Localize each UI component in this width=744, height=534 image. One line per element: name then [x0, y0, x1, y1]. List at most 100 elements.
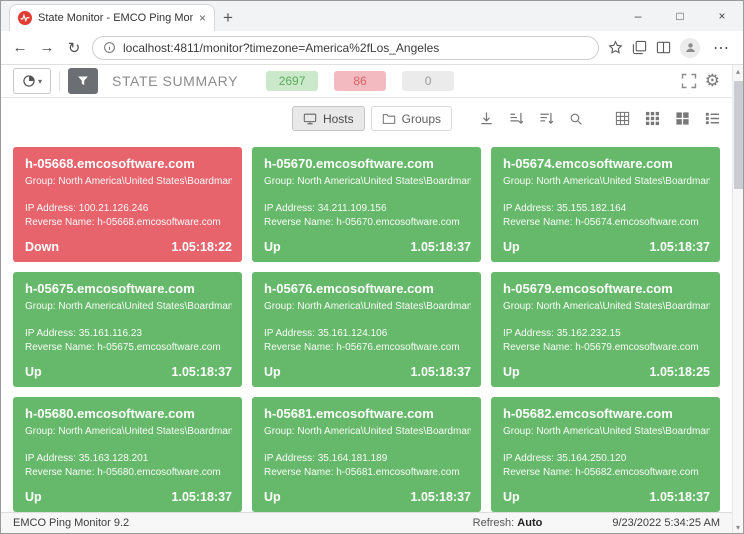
back-icon[interactable]: ←: [11, 39, 29, 56]
favorites-icon[interactable]: [608, 40, 623, 55]
up-count-badge[interactable]: 2697: [266, 71, 318, 91]
reverse-label: Reverse Name:: [264, 467, 333, 478]
group-label: Group:: [25, 176, 56, 187]
scroll-down-icon[interactable]: ▾: [733, 521, 743, 533]
group-value: North America\United States\Boardman: [297, 176, 471, 187]
host-name: h-05680.emcosoftware.com: [25, 406, 232, 421]
reverse-label: Reverse Name:: [503, 342, 572, 353]
ip-label: IP Address:: [25, 453, 76, 464]
ip-label: IP Address:: [264, 453, 315, 464]
pie-chart-icon: [22, 74, 36, 88]
reverse-value: h-05675.emcosoftware.com: [97, 342, 220, 353]
page-title: STATE SUMMARY: [112, 73, 238, 89]
group-label: Group:: [25, 426, 56, 437]
details-view-icon[interactable]: [700, 107, 724, 131]
info-icon[interactable]: [103, 41, 116, 54]
filter-button[interactable]: [68, 68, 98, 94]
large-tiles-view-icon[interactable]: [670, 107, 694, 131]
maximize-button[interactable]: □: [659, 1, 701, 31]
sort-descending-icon[interactable]: [534, 107, 558, 131]
host-card[interactable]: h-05680.emcosoftware.com Group: North Am…: [13, 397, 242, 512]
ip-value: 35.163.128.201: [79, 453, 149, 464]
down-count-badge[interactable]: 86: [334, 71, 386, 91]
group-label: Group:: [264, 301, 295, 312]
host-card[interactable]: h-05670.emcosoftware.com Group: North Am…: [252, 147, 481, 262]
chart-view-button[interactable]: ▾: [13, 68, 51, 94]
small-tiles-view-icon[interactable]: [640, 107, 664, 131]
host-group-line: Group: North America\United States\Board…: [503, 175, 710, 189]
ip-value: 35.161.116.23: [79, 328, 142, 339]
collections-icon[interactable]: [632, 40, 647, 55]
table-view-icon[interactable]: [610, 107, 634, 131]
page: ▾ STATE SUMMARY 2697 86 0 ⚙: [1, 65, 743, 533]
forward-icon[interactable]: →: [38, 39, 56, 56]
download-icon[interactable]: [474, 107, 498, 131]
ip-value: 35.164.181.189: [318, 453, 388, 464]
state-label: Up: [264, 240, 281, 254]
host-ip-line: IP Address: 35.161.124.106: [264, 327, 471, 341]
ip-value: 35.161.124.106: [318, 328, 388, 339]
divider: [59, 71, 60, 91]
host-card-footer: Up 1.05:18:37: [25, 365, 232, 379]
group-value: North America\United States\Boardman: [536, 301, 710, 312]
reverse-value: h-05680.emcosoftware.com: [97, 467, 220, 478]
fullscreen-icon[interactable]: [681, 73, 697, 89]
status-bar: EMCO Ping Monitor 9.2 Refresh: Auto 9/23…: [1, 512, 732, 533]
split-screen-icon[interactable]: [656, 40, 671, 55]
host-group-line: Group: North America\United States\Board…: [25, 425, 232, 439]
host-ip-line: IP Address: 35.163.128.201: [25, 452, 232, 466]
address-bar[interactable]: localhost:4811/monitor?timezone=America%…: [92, 36, 599, 60]
reverse-label: Reverse Name:: [264, 342, 333, 353]
host-reverse-line: Reverse Name: h-05680.emcosoftware.com: [25, 466, 232, 480]
sort-ascending-icon[interactable]: [504, 107, 528, 131]
host-reverse-line: Reverse Name: h-05670.emcosoftware.com: [264, 216, 471, 230]
reverse-label: Reverse Name:: [503, 217, 572, 228]
groups-toggle-button[interactable]: Groups: [371, 106, 452, 131]
group-label: Group:: [25, 301, 56, 312]
host-name: h-05674.emcosoftware.com: [503, 156, 710, 171]
host-group-line: Group: North America\United States\Board…: [264, 300, 471, 314]
reverse-value: h-05668.emcosoftware.com: [97, 217, 220, 228]
tab-close-icon[interactable]: ×: [199, 11, 206, 25]
host-card[interactable]: h-05679.emcosoftware.com Group: North Am…: [491, 272, 720, 387]
scrollbar-thumb[interactable]: [734, 81, 743, 189]
search-icon[interactable]: [564, 107, 588, 131]
new-tab-button[interactable]: +: [215, 5, 241, 31]
state-label: Up: [264, 490, 281, 504]
page-header: ▾ STATE SUMMARY 2697 86 0 ⚙: [1, 65, 732, 98]
profile-avatar[interactable]: [680, 38, 700, 58]
host-ip-line: IP Address: 35.161.116.23: [25, 327, 232, 341]
app-version-label: EMCO Ping Monitor 9.2: [13, 517, 129, 529]
refresh-icon[interactable]: ↻: [65, 39, 83, 57]
minimize-button[interactable]: –: [617, 1, 659, 31]
host-card-footer: Up 1.05:18:25: [503, 365, 710, 379]
uptime-value: 1.05:18:25: [650, 365, 710, 379]
scroll-up-icon[interactable]: ▴: [733, 65, 743, 77]
browser-tab[interactable]: State Monitor - EMCO Ping Mon... ×: [9, 4, 215, 31]
host-card[interactable]: h-05675.emcosoftware.com Group: North Am…: [13, 272, 242, 387]
host-name: h-05682.emcosoftware.com: [503, 406, 710, 421]
host-reverse-line: Reverse Name: h-05674.emcosoftware.com: [503, 216, 710, 230]
host-card[interactable]: h-05676.emcosoftware.com Group: North Am…: [252, 272, 481, 387]
host-card[interactable]: h-05674.emcosoftware.com Group: North Am…: [491, 147, 720, 262]
host-card-footer: Up 1.05:18:37: [264, 365, 471, 379]
host-group-line: Group: North America\United States\Board…: [25, 175, 232, 189]
host-group-line: Group: North America\United States\Board…: [264, 425, 471, 439]
pending-count-badge[interactable]: 0: [402, 71, 454, 91]
host-card[interactable]: h-05681.emcosoftware.com Group: North Am…: [252, 397, 481, 512]
hosts-toggle-button[interactable]: Hosts: [292, 106, 365, 131]
uptime-value: 1.05:18:37: [172, 365, 232, 379]
titlebar: State Monitor - EMCO Ping Mon... × + – □…: [1, 1, 743, 31]
state-label: Up: [25, 365, 42, 379]
refresh-value: Auto: [517, 517, 542, 529]
vertical-scrollbar[interactable]: ▴ ▾: [732, 65, 743, 533]
close-button[interactable]: ×: [701, 1, 743, 31]
host-ip-line: IP Address: 35.164.250.120: [503, 452, 710, 466]
browser-menu-icon[interactable]: ⋯: [709, 38, 733, 58]
host-card-footer: Up 1.05:18:37: [503, 490, 710, 504]
host-ip-line: IP Address: 34.211.109.156: [264, 202, 471, 216]
settings-gear-icon[interactable]: ⚙: [705, 71, 720, 91]
host-card[interactable]: h-05682.emcosoftware.com Group: North Am…: [491, 397, 720, 512]
host-card[interactable]: h-05668.emcosoftware.com Group: North Am…: [13, 147, 242, 262]
state-label: Up: [503, 240, 520, 254]
